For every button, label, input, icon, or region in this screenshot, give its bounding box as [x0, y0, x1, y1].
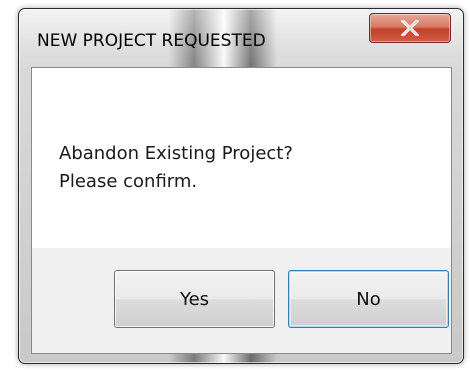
dialog-window: NEW PROJECT REQUESTED Abandon Existing P…: [18, 8, 464, 364]
close-button[interactable]: [369, 13, 451, 43]
close-icon: [401, 20, 419, 36]
no-button[interactable]: No: [288, 270, 449, 328]
message-text: Abandon Existing Project? Please confirm…: [59, 140, 293, 196]
message-line-1: Abandon Existing Project?: [59, 143, 293, 164]
yes-button[interactable]: Yes: [114, 270, 275, 328]
dialog-content: Abandon Existing Project? Please confirm…: [31, 67, 452, 354]
button-bar: Yes No: [32, 248, 451, 353]
message-line-2: Please confirm.: [59, 171, 198, 192]
screen: NEW PROJECT REQUESTED Abandon Existing P…: [0, 0, 470, 372]
dialog-title: NEW PROJECT REQUESTED: [37, 31, 266, 51]
